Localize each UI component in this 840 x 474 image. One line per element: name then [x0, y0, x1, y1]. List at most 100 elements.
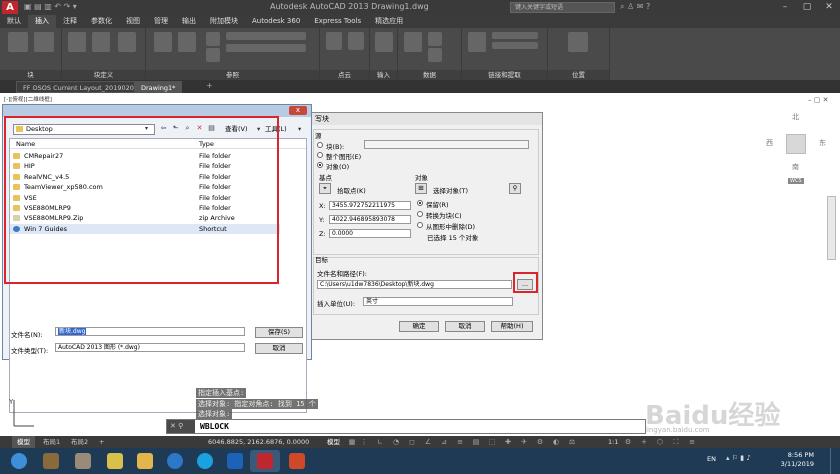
navigation-bar[interactable] — [827, 196, 836, 260]
view-cube-east[interactable]: 东 — [819, 138, 826, 148]
ribbon-group-link-extract[interactable]: 链接和提取 — [462, 28, 548, 80]
coordinate-readout[interactable]: 6046.8825, 2162.6876, 0.0000 — [208, 437, 309, 447]
maximize-button[interactable]: ▢ — [796, 0, 818, 14]
ribbon-tab-6[interactable]: 输出 — [175, 15, 203, 28]
taskbar-app-autocad[interactable] — [250, 450, 280, 472]
viewport-label[interactable]: [-][俯视][二维线框] — [4, 95, 52, 103]
selection-cycle-icon[interactable]: ⬚ — [488, 438, 496, 446]
ribbon-group-import[interactable]: 输入 — [370, 28, 398, 80]
annotation-scale-icon[interactable]: ⚖ — [568, 438, 576, 446]
scale-readout[interactable]: 1:1 — [608, 437, 618, 447]
units-select[interactable]: 英寸 — [363, 297, 513, 306]
taskbar-app-explorer[interactable] — [130, 450, 160, 472]
taskbar-app-ie[interactable] — [160, 450, 190, 472]
command-input[interactable]: WBLOCK — [200, 421, 229, 433]
block-radio[interactable] — [317, 142, 323, 148]
show-desktop-button[interactable] — [830, 448, 840, 474]
doc-tab-drawing1[interactable]: Drawing1* — [134, 81, 183, 93]
tray-icons[interactable]: ▴ ⚐ ▮ ♪ — [726, 454, 751, 462]
write-block-cancel-button[interactable]: 取消 — [445, 321, 485, 332]
dyn-input-icon[interactable]: ✚ — [504, 438, 512, 446]
select-objects-label[interactable]: 选择对象(T) — [433, 185, 468, 195]
ribbon-group-location[interactable]: 位置 — [548, 28, 610, 80]
transparency-icon[interactable]: ▤ — [472, 438, 480, 446]
wcs-menu[interactable]: WCS — [788, 178, 804, 184]
ribbon-group-block-definition[interactable]: 块定义 — [62, 28, 146, 80]
snap-icon[interactable]: ⋮ — [360, 438, 368, 446]
lineweight-icon[interactable]: ≡ — [456, 438, 464, 446]
block-name-select[interactable] — [364, 140, 529, 149]
command-line-controls[interactable]: ✕ ⚲ — [167, 420, 195, 433]
taskbar-app-camera[interactable] — [68, 450, 98, 472]
doc-tab-layout[interactable]: FF OSOS Current Layout_20190201* — [16, 81, 149, 93]
y-coord-input[interactable]: 4022.946895893078 — [329, 215, 411, 224]
add-layout-icon[interactable]: + — [94, 436, 109, 448]
ribbon-tab-10[interactable]: 精选应用 — [368, 15, 410, 28]
osnap-icon[interactable]: ◻ — [408, 438, 416, 446]
path-input[interactable]: C:\Users\u1dw7836\Desktop\新块.dwg — [317, 280, 512, 289]
ribbon-tab-7[interactable]: 附加模块 — [203, 15, 245, 28]
annotation-icon[interactable]: ✈ — [520, 438, 528, 446]
ribbon-tab-8[interactable]: Autodesk 360 — [245, 15, 307, 28]
ribbon-group-reference[interactable]: 参照 — [146, 28, 320, 80]
view-cube-west[interactable]: 西 — [766, 138, 773, 148]
otrack-icon[interactable]: ∠ — [424, 438, 432, 446]
search-icon[interactable]: ⌕ ♙ ✉ ? — [620, 2, 650, 12]
ok-button[interactable]: 确定 — [399, 321, 439, 332]
model-space-button[interactable]: 模型 — [327, 437, 340, 447]
select-objects-icon[interactable]: ⊞ — [415, 183, 427, 194]
command-line[interactable]: ✕ ⚲ WBLOCK — [166, 419, 646, 434]
layout-tab-layout2[interactable]: 布局2 — [66, 436, 93, 448]
autocad-logo-icon[interactable]: A — [2, 1, 18, 14]
retain-radio[interactable] — [417, 200, 423, 206]
ribbon-tab-1[interactable]: 插入 — [28, 15, 56, 28]
taskbar-app-notes[interactable] — [100, 450, 130, 472]
z-coord-input[interactable]: 0.0000 — [329, 229, 411, 238]
plus-icon[interactable]: + — [640, 438, 648, 446]
ribbon-tab-5[interactable]: 管理 — [147, 15, 175, 28]
ribbon-tab-4[interactable]: 视图 — [119, 15, 147, 28]
dialog-close-button[interactable]: x — [289, 106, 307, 115]
new-tab-icon[interactable]: + — [206, 81, 213, 90]
objects-radio[interactable] — [317, 162, 323, 168]
language-indicator[interactable]: EN — [707, 455, 716, 463]
pick-point-label[interactable]: 拾取点(K) — [337, 185, 366, 195]
taskbar-clock[interactable]: 8:56 PM 3/11/2019 — [781, 451, 814, 469]
x-coord-input[interactable]: 3455.972752211975 — [329, 201, 411, 210]
ribbon-tab-0[interactable]: 默认 — [0, 15, 28, 28]
polar-icon[interactable]: ◔ — [392, 438, 400, 446]
settings-gear-icon[interactable]: ⚙ — [624, 438, 632, 446]
view-cube[interactable]: 北 南 东 西 WCS — [762, 108, 832, 188]
viewport-controls[interactable]: – ▢ ✕ — [808, 96, 828, 104]
ducs-icon[interactable]: ⊿ — [440, 438, 448, 446]
start-button[interactable] — [4, 450, 34, 472]
ribbon-tab-9[interactable]: Express Tools — [307, 15, 368, 28]
grid-icon[interactable]: ▦ — [348, 438, 356, 446]
minimize-button[interactable]: – — [774, 0, 796, 14]
ribbon-tab-3[interactable]: 参数化 — [84, 15, 119, 28]
taskbar-app-outlook[interactable] — [220, 450, 250, 472]
taskbar-app-skype[interactable] — [190, 450, 220, 472]
taskbar-app-media[interactable] — [36, 450, 66, 472]
ribbon-group-block[interactable]: 块 — [0, 28, 62, 80]
search-input[interactable]: 键入关键字或短语 — [510, 2, 615, 13]
close-button[interactable]: ✕ — [818, 0, 840, 14]
layout-tab-model[interactable]: 模型 — [12, 436, 35, 448]
view-cube-north[interactable]: 北 — [792, 112, 799, 122]
save-button[interactable]: 保存(S) — [255, 327, 303, 338]
quick-access-toolbar[interactable]: ▣ ▤ ▥ ↶ ↷ ▾ — [24, 2, 77, 11]
workspace-icon[interactable]: ⚙ — [536, 438, 544, 446]
hardware-accel-icon[interactable]: ⬡ — [656, 438, 664, 446]
ortho-icon[interactable]: ∟ — [376, 438, 384, 446]
help-button[interactable]: 帮助(H) — [491, 321, 533, 332]
convert-radio[interactable] — [417, 211, 423, 217]
pick-point-icon[interactable]: ⌖ — [319, 183, 331, 194]
view-cube-top[interactable] — [786, 134, 806, 154]
clean-screen-icon[interactable]: ⛶ — [672, 438, 680, 446]
view-cube-south[interactable]: 南 — [792, 162, 799, 172]
customize-icon[interactable]: ≡ — [688, 438, 696, 446]
entire-drawing-radio[interactable] — [317, 152, 323, 158]
filetype-select[interactable]: AutoCAD 2013 图形 (*.dwg) — [55, 343, 245, 352]
layout-tab-layout1[interactable]: 布局1 — [38, 436, 65, 448]
filename-input[interactable]: 新块.dwg — [55, 327, 245, 336]
